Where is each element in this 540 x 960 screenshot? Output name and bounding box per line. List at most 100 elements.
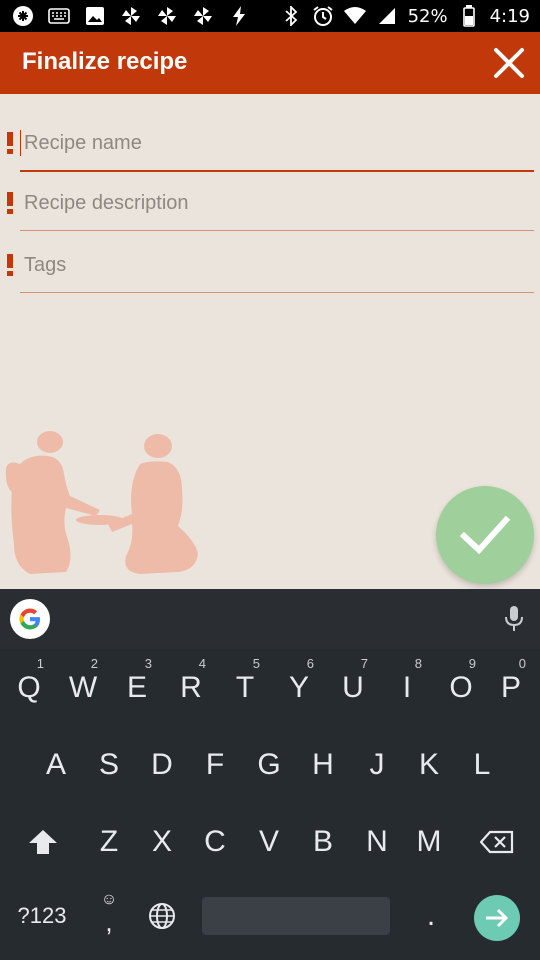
close-icon: [494, 48, 524, 78]
key-label: G: [257, 748, 281, 781]
page-title: Finalize recipe: [22, 48, 188, 75]
arrow-right-icon: [486, 908, 509, 928]
key-label: F: [205, 748, 225, 781]
field-underline: [20, 292, 534, 293]
close-button[interactable]: [492, 46, 526, 80]
backspace-icon: [479, 830, 514, 854]
key-label: I: [402, 671, 412, 704]
signal-icon: [376, 5, 398, 27]
app-notification-icon: [12, 5, 34, 27]
key-label: U: [342, 671, 364, 704]
keyboard-icon: [48, 5, 70, 27]
key-t[interactable]: T5: [218, 653, 272, 723]
key-l[interactable]: L: [455, 730, 509, 800]
pinwheel-icon: [156, 5, 178, 27]
key-s[interactable]: S: [82, 730, 136, 800]
key-o[interactable]: O9: [434, 653, 488, 723]
key-p[interactable]: P0: [484, 653, 538, 723]
key-label: P: [500, 671, 521, 704]
key-label: M: [416, 825, 442, 858]
key-r[interactable]: R4: [164, 653, 218, 723]
key-label: T: [235, 671, 255, 704]
battery-icon: [458, 5, 480, 27]
key-q[interactable]: Q1: [2, 653, 56, 723]
battery-percent: 52%: [407, 5, 448, 27]
check-icon: [459, 515, 511, 555]
tags-field[interactable]: Tags: [7, 216, 534, 293]
backspace-key[interactable]: [470, 807, 524, 877]
key-g[interactable]: G: [242, 730, 296, 800]
voice-input-button[interactable]: [504, 605, 524, 633]
background-illustration: [5, 431, 198, 574]
key-i[interactable]: I8: [380, 653, 434, 723]
key-label: C: [204, 825, 226, 858]
keyboard-suggestion-strip: [0, 589, 540, 649]
language-key[interactable]: [135, 881, 189, 951]
key-m[interactable]: M: [402, 807, 456, 877]
period-key[interactable]: .: [404, 881, 458, 951]
pinwheel-icon: [120, 5, 142, 27]
wifi-icon: [343, 5, 366, 27]
key-label: .: [426, 899, 436, 932]
key-label: Y: [288, 671, 309, 704]
key-e[interactable]: E3: [110, 653, 164, 723]
key-hint: 9: [468, 656, 476, 671]
key-label: V: [258, 825, 279, 858]
key-label: ?123: [17, 903, 67, 928]
key-u[interactable]: U7: [326, 653, 380, 723]
key-label: D: [151, 748, 173, 781]
key-hint: 8: [414, 656, 422, 671]
key-label: K: [418, 748, 439, 781]
key-a[interactable]: A: [29, 730, 83, 800]
key-hint: 6: [306, 656, 314, 671]
key-label: A: [45, 748, 66, 781]
key-label: E: [126, 671, 147, 704]
text-cursor: [20, 130, 21, 156]
key-y[interactable]: Y6: [272, 653, 326, 723]
key-f[interactable]: F: [188, 730, 242, 800]
microphone-icon: [505, 606, 523, 631]
tags-placeholder: Tags: [24, 254, 67, 276]
symbols-key[interactable]: ?123: [6, 881, 78, 951]
key-d[interactable]: D: [135, 730, 189, 800]
key-hint: 1: [36, 656, 44, 671]
key-label: W: [68, 671, 98, 704]
required-indicator-icon: [7, 192, 13, 214]
bluetooth-icon: [280, 5, 302, 27]
key-v[interactable]: V: [242, 807, 296, 877]
shift-key[interactable]: [16, 807, 70, 877]
key-label: H: [312, 748, 334, 781]
key-j[interactable]: J: [350, 730, 404, 800]
key-c[interactable]: C: [188, 807, 242, 877]
enter-key[interactable]: [474, 895, 520, 941]
recipe-name-field[interactable]: Recipe name: [7, 94, 534, 172]
key-hint: 4: [198, 656, 206, 671]
key-b[interactable]: B: [296, 807, 350, 877]
key-label: S: [98, 748, 119, 781]
alarm-icon: [312, 5, 334, 27]
google-button[interactable]: [10, 599, 50, 639]
comma-emoji-key[interactable]: ☺ ,: [82, 881, 136, 951]
image-icon: [84, 5, 106, 27]
key-n[interactable]: N: [350, 807, 404, 877]
key-k[interactable]: K: [402, 730, 456, 800]
key-label: B: [312, 825, 333, 858]
key-label: O: [449, 671, 473, 704]
key-x[interactable]: X: [135, 807, 189, 877]
space-key[interactable]: [202, 897, 390, 935]
key-hint: 2: [90, 656, 98, 671]
key-hint: 5: [252, 656, 260, 671]
required-indicator-icon: [7, 254, 13, 276]
key-label: N: [366, 825, 388, 858]
recipe-description-field[interactable]: Recipe description: [7, 154, 534, 231]
globe-icon: [149, 903, 175, 929]
key-h[interactable]: H: [296, 730, 350, 800]
key-label: L: [473, 748, 491, 781]
shift-icon: [29, 830, 57, 854]
key-w[interactable]: W2: [56, 653, 110, 723]
key-hint: 3: [144, 656, 152, 671]
confirm-button[interactable]: [436, 486, 534, 584]
pinwheel-icon: [192, 5, 214, 27]
key-label: X: [151, 825, 172, 858]
google-logo-icon: [19, 608, 40, 630]
